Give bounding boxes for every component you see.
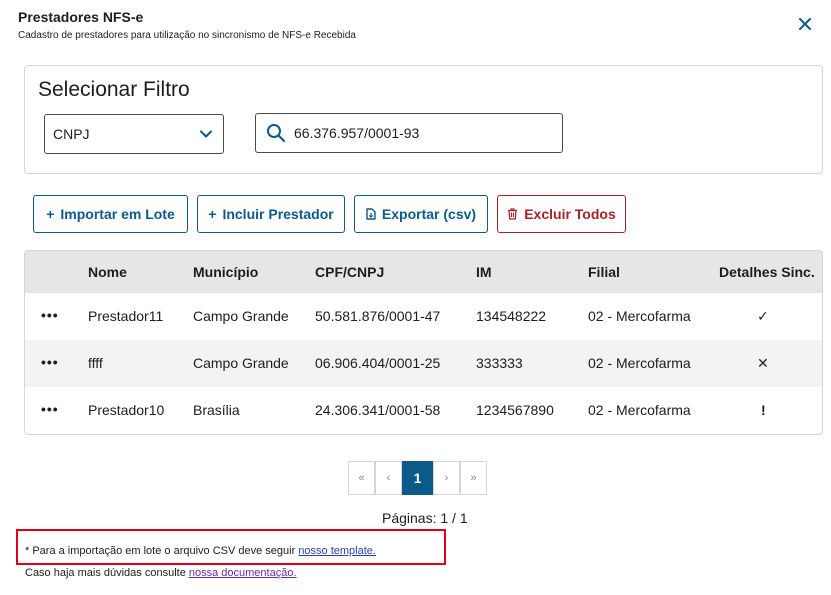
cell-nome: Prestador10 <box>88 402 165 418</box>
cell-im: 134548222 <box>476 308 547 324</box>
column-header-municipio[interactable]: Município <box>193 264 258 280</box>
filter-title: Selecionar Filtro <box>38 78 190 101</box>
add-provider-button[interactable]: + Incluir Prestador <box>197 195 345 233</box>
close-button[interactable] <box>794 13 816 35</box>
cell-filial: 02 - Mercofarma <box>588 355 691 371</box>
next-page-button[interactable]: › <box>433 461 460 495</box>
cell-municipio: Brasília <box>193 402 240 418</box>
delete-all-button[interactable]: Excluir Todos <box>497 195 626 233</box>
import-batch-button[interactable]: + Importar em Lote <box>33 195 188 233</box>
first-page-button[interactable]: « <box>348 461 375 495</box>
export-csv-button[interactable]: Exportar (csv) <box>354 195 488 233</box>
column-header-im[interactable]: IM <box>476 264 492 280</box>
doc-note-text: Caso haja mais dúvidas consulte <box>25 567 189 579</box>
row-menu-button[interactable]: ••• <box>41 401 59 417</box>
search-icon <box>267 124 286 143</box>
plus-icon: + <box>208 206 217 222</box>
filter-panel: Selecionar Filtro CNPJ <box>24 65 823 174</box>
cell-nome: Prestador11 <box>88 308 164 324</box>
modal-header: Prestadores NFS-e Cadastro de prestadore… <box>18 9 356 41</box>
cell-cnpj: 24.306.341/0001-58 <box>315 402 441 418</box>
cell-cnpj: 50.581.876/0001-47 <box>315 308 441 324</box>
table-header: Nome Município CPF/CNPJ IM Filial Detalh… <box>25 251 822 293</box>
file-export-icon <box>366 208 376 220</box>
row-menu-button[interactable]: ••• <box>41 307 59 323</box>
table-row: ••• ffff Campo Grande 06.906.404/0001-25… <box>25 340 822 387</box>
cell-im: 333333 <box>476 355 523 371</box>
sync-status-ok-icon: ✓ <box>757 308 769 324</box>
chevron-down-icon <box>200 130 212 138</box>
sync-status-warning-icon: ! <box>761 402 766 418</box>
last-page-button[interactable]: » <box>460 461 487 495</box>
import-batch-label: Importar em Lote <box>60 206 175 222</box>
column-header-filial[interactable]: Filial <box>588 264 620 280</box>
sync-status-error-icon: ✕ <box>757 355 769 371</box>
page-title: Prestadores NFS-e <box>18 9 144 25</box>
delete-all-label: Excluir Todos <box>524 206 616 222</box>
prev-page-button[interactable]: ‹ <box>375 461 402 495</box>
pagination: « ‹ 1 › » <box>348 461 487 495</box>
cell-filial: 02 - Mercofarma <box>588 402 691 418</box>
page-subtitle: Cadastro de prestadores para utilização … <box>18 30 356 41</box>
search-field <box>255 113 563 153</box>
column-header-nome[interactable]: Nome <box>88 264 127 280</box>
cell-nome: ffff <box>88 355 103 371</box>
trash-icon <box>508 208 518 220</box>
cell-im: 1234567890 <box>476 402 554 418</box>
column-header-cnpj[interactable]: CPF/CNPJ <box>315 264 384 280</box>
table-row: ••• Prestador11 Campo Grande 50.581.876/… <box>25 293 822 340</box>
pages-label: Páginas: 1 / 1 <box>382 510 468 526</box>
doc-note: Caso haja mais dúvidas consulte nossa do… <box>25 567 297 579</box>
cell-filial: 02 - Mercofarma <box>588 308 691 324</box>
documentation-link[interactable]: nossa documentação. <box>189 567 297 579</box>
cell-municipio: Campo Grande <box>193 355 289 371</box>
close-icon <box>799 18 811 30</box>
csv-note-text: * Para a importação em lote o arquivo CS… <box>25 545 299 557</box>
csv-note: * Para a importação em lote o arquivo CS… <box>25 545 376 557</box>
column-header-detalhes[interactable]: Detalhes Sinc. <box>719 264 815 280</box>
table-row: ••• Prestador10 Brasília 24.306.341/0001… <box>25 387 822 434</box>
plus-icon: + <box>46 206 55 222</box>
current-page-button[interactable]: 1 <box>402 461 433 495</box>
cell-cnpj: 06.906.404/0001-25 <box>315 355 441 371</box>
filter-type-select[interactable]: CNPJ <box>44 114 224 154</box>
row-menu-button[interactable]: ••• <box>41 354 59 370</box>
cell-municipio: Campo Grande <box>193 308 289 324</box>
export-csv-label: Exportar (csv) <box>381 206 477 222</box>
add-provider-label: Incluir Prestador <box>222 206 334 222</box>
template-link[interactable]: nosso template. <box>298 545 376 557</box>
providers-table: Nome Município CPF/CNPJ IM Filial Detalh… <box>24 250 823 435</box>
search-input[interactable] <box>294 123 554 143</box>
filter-type-value: CNPJ <box>53 126 90 142</box>
